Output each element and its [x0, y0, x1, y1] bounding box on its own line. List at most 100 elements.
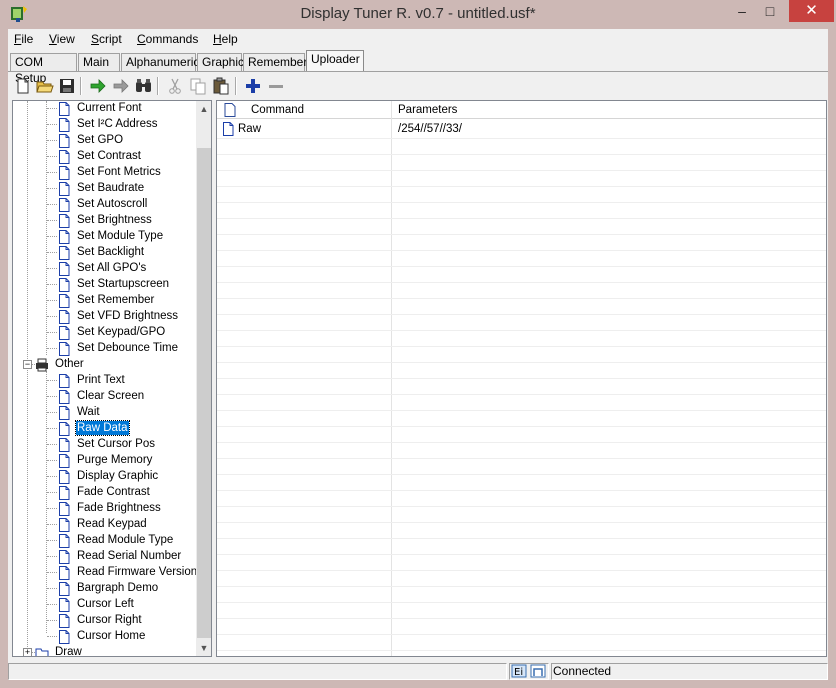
title-bar[interactable]: Display Tuner R. v0.7 - untitled.usf* – …: [0, 0, 836, 28]
tab-uploader[interactable]: Uploader: [306, 50, 364, 72]
expand-draw-icon[interactable]: +: [23, 648, 32, 656]
tab-com-setup[interactable]: COM Setup: [10, 53, 77, 85]
tree-item-label: Cursor Home: [77, 630, 146, 642]
collapse-other-icon[interactable]: −: [23, 360, 32, 369]
tree-guide: [47, 588, 57, 589]
paste-icon[interactable]: [211, 76, 231, 96]
tree-item-label: Set All GPO's: [77, 262, 147, 274]
status-bar: Ei Connected: [8, 662, 828, 680]
grid-row-line: [217, 650, 826, 651]
menu-script[interactable]: Script: [91, 32, 122, 46]
toolbar-separator: [157, 77, 159, 95]
tab-graphic[interactable]: Graphic: [197, 53, 244, 71]
new-icon[interactable]: [13, 76, 33, 96]
command-icon: [57, 502, 71, 516]
tree-guide: [47, 556, 57, 557]
tab-remember[interactable]: Remember: [243, 53, 307, 71]
scroll-down-icon[interactable]: ▼: [196, 640, 211, 656]
tab-bar: COM Setup Main Alphanumeric Graphic Reme…: [8, 50, 828, 85]
tree-guide: [46, 371, 47, 633]
app-window: Display Tuner R. v0.7 - untitled.usf* – …: [0, 0, 836, 688]
command-icon: [57, 230, 71, 244]
grid-row-line: [217, 426, 826, 427]
tree-item-label: Read Keypad: [77, 518, 147, 530]
column-header-parameters[interactable]: Parameters: [398, 101, 457, 119]
step-icon[interactable]: [111, 76, 131, 96]
tree-item-label: Cursor Left: [77, 598, 134, 610]
tree-guide: [47, 284, 57, 285]
grid-row-line: [217, 218, 826, 219]
tree-item-label: Purge Memory: [77, 454, 153, 466]
command-grid[interactable]: Command Parameters Raw/254//57//33/: [216, 100, 827, 657]
command-tree[interactable]: Current Font Set I²C Address Set GPO Set Co…: [12, 100, 212, 657]
menu-commands[interactable]: Commands: [137, 32, 198, 46]
grid-row-line: [217, 442, 826, 443]
tree-item-label: Set Debounce Time: [77, 342, 179, 354]
tree-guide: [47, 236, 57, 237]
tree-item-label: Fade Contrast: [77, 486, 150, 498]
tree-item-label: Read Module Type: [77, 534, 174, 546]
tree-scrollbar[interactable]: ▲ ▼: [196, 101, 211, 656]
copy-icon[interactable]: [188, 76, 208, 96]
minimize-button[interactable]: –: [728, 0, 756, 22]
tree-item-label: Wait: [77, 406, 100, 418]
command-icon: [57, 406, 71, 420]
tree-guide: [47, 636, 57, 637]
tree-guide: [47, 108, 57, 109]
tree-guide: [47, 204, 57, 205]
menu-file[interactable]: File: [14, 32, 33, 46]
grid-row-line: [217, 554, 826, 555]
save-icon[interactable]: [57, 76, 77, 96]
grid-row-line: [217, 154, 826, 155]
tree-item-label: Set GPO: [77, 134, 124, 146]
grid-row-line: [217, 314, 826, 315]
tree-guide: [47, 188, 57, 189]
tab-main[interactable]: Main: [78, 53, 120, 71]
tree-guide: [47, 620, 57, 621]
folder-icon: [35, 646, 49, 656]
command-icon: [57, 278, 71, 292]
grid-row-line: [217, 458, 826, 459]
grid-row-line: [217, 138, 826, 139]
open-icon[interactable]: [35, 76, 55, 96]
connection-status: Connected: [553, 664, 612, 678]
command-icon: [57, 390, 71, 404]
command-icon: [57, 342, 71, 356]
menu-help[interactable]: Help: [213, 32, 238, 46]
grid-row-line: [217, 618, 826, 619]
grid-row-line: [217, 522, 826, 523]
scroll-up-icon[interactable]: ▲: [196, 101, 211, 117]
cut-icon[interactable]: [165, 76, 185, 96]
grid-row-line: [217, 298, 826, 299]
client-area: File View Script Commands Help COM Setup…: [8, 29, 828, 680]
grid-row-line: [217, 282, 826, 283]
remove-icon[interactable]: [266, 76, 286, 96]
add-icon[interactable]: [243, 76, 263, 96]
command-icon: [57, 598, 71, 612]
grid-row-line: [217, 234, 826, 235]
command-icon: [57, 454, 71, 468]
tree-item-label: Cursor Right: [77, 614, 142, 626]
command-icon: [57, 214, 71, 228]
command-icon: [57, 518, 71, 532]
page-icon: [224, 103, 236, 117]
column-header-command[interactable]: Command: [251, 101, 304, 119]
scroll-thumb[interactable]: [197, 148, 211, 638]
table-row[interactable]: Raw/254//57//33/: [217, 121, 826, 137]
tree-guide: [47, 460, 57, 461]
close-button[interactable]: ✕: [789, 0, 834, 22]
run-icon[interactable]: [88, 76, 108, 96]
tree-list: Current Font Set I²C Address Set GPO Set Co…: [13, 101, 196, 656]
grid-row-line: [217, 602, 826, 603]
tree-item-label: Read Serial Number: [77, 550, 182, 562]
tree-item-label: Set Module Type: [77, 230, 164, 242]
command-icon: [57, 310, 71, 324]
find-icon[interactable]: [134, 76, 154, 96]
tab-alphanumeric[interactable]: Alphanumeric: [121, 53, 199, 71]
tree-item-label: Bargraph Demo: [77, 582, 159, 594]
maximize-button[interactable]: □: [756, 0, 784, 22]
command-icon: [57, 582, 71, 596]
command-icon: [57, 182, 71, 196]
menu-view[interactable]: View: [49, 32, 75, 46]
window-title: Display Tuner R. v0.7 - untitled.usf*: [300, 5, 536, 22]
